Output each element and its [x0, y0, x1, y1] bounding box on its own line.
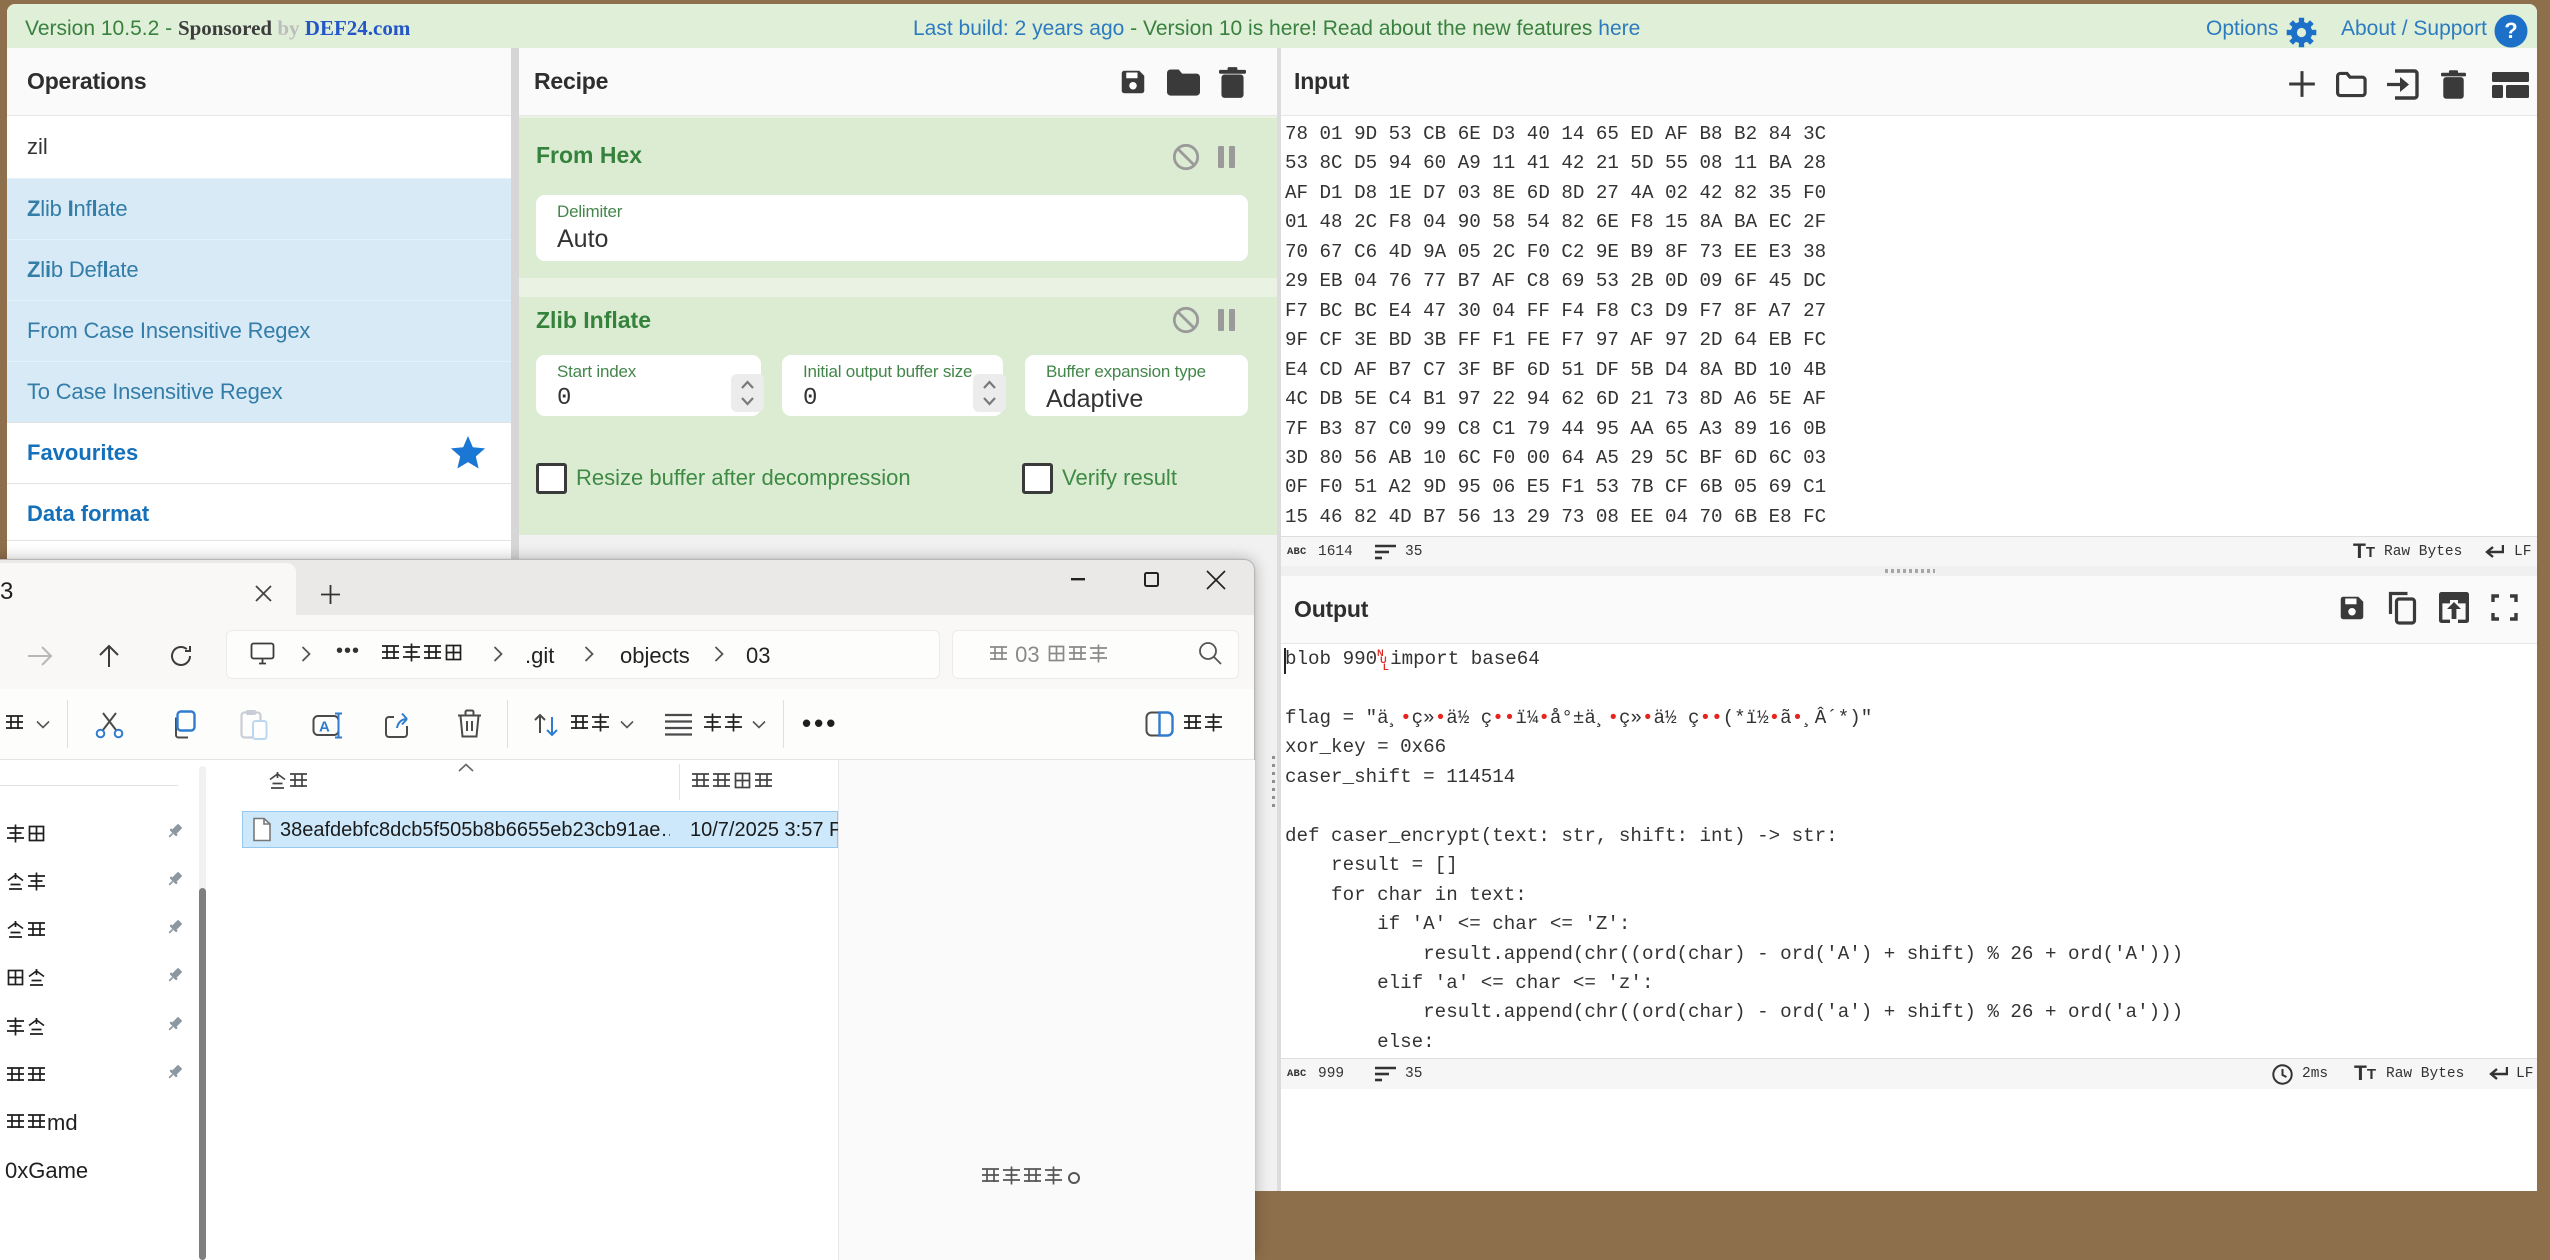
svg-text:?: ? — [2504, 18, 2517, 43]
svg-text:A: A — [319, 719, 330, 736]
